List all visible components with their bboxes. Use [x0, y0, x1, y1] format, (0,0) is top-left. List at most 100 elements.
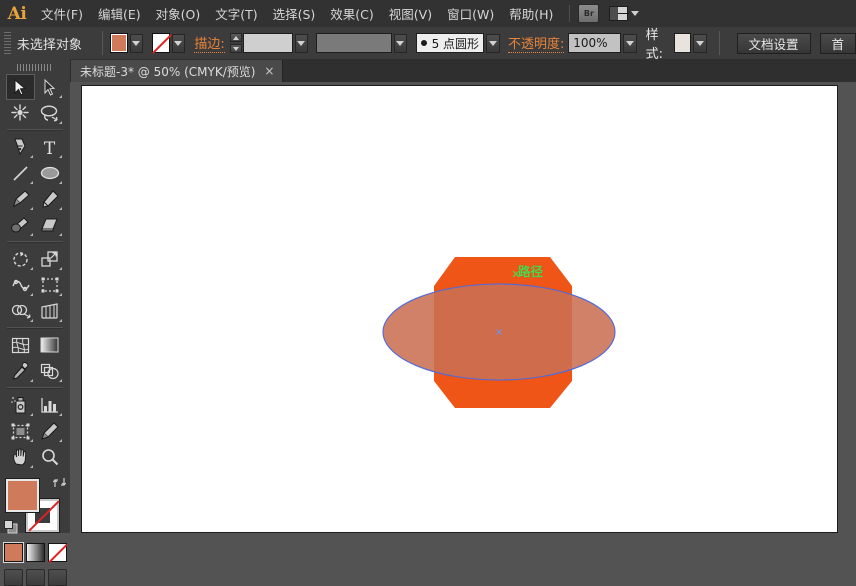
chevron-down-icon	[132, 40, 141, 46]
rotate-tool[interactable]	[6, 246, 35, 272]
blob-brush-tool[interactable]	[6, 212, 35, 238]
stepper-down-button[interactable]	[229, 44, 242, 53]
menu-item-window[interactable]: 窗口(W)	[440, 1, 501, 26]
control-bar-grip[interactable]	[4, 32, 11, 54]
ellipse-tool[interactable]	[35, 160, 64, 186]
menu-item-view[interactable]: 视图(V)	[382, 1, 439, 26]
fill-color-box[interactable]	[6, 479, 39, 512]
style-dropdown-button[interactable]	[693, 33, 707, 53]
control-divider	[101, 31, 103, 55]
opacity-dropdown-button[interactable]	[623, 33, 637, 53]
arrange-documents-button[interactable]	[609, 6, 640, 21]
tool-flyout-indicator	[59, 413, 62, 416]
color-mode-none[interactable]	[47, 543, 67, 562]
close-icon[interactable]: ×	[264, 64, 274, 78]
blend-tool[interactable]	[35, 358, 64, 384]
chevron-down-icon	[396, 40, 405, 46]
perspective-grid-tool[interactable]	[35, 298, 64, 324]
color-mode-gradient[interactable]	[25, 543, 45, 562]
stroke-weight-stepper[interactable]	[229, 33, 242, 53]
brush-dropdown-button[interactable]	[486, 33, 500, 53]
bridge-icon[interactable]: Br	[578, 4, 600, 23]
tool-flyout-indicator	[59, 267, 62, 270]
slice-tool[interactable]	[35, 418, 64, 444]
type-tool[interactable]: T	[35, 134, 64, 160]
eyedropper-tool[interactable]	[6, 358, 35, 384]
screen-mode-full-menu[interactable]	[25, 569, 45, 586]
tool-flyout-indicator	[59, 319, 62, 322]
tool-flyout-indicator	[59, 233, 62, 236]
smart-guide-path-label: 路径	[518, 264, 544, 279]
stroke-profile-dropdown-button[interactable]	[393, 33, 408, 53]
preferences-button[interactable]: 首	[819, 32, 856, 54]
column-graph-tool[interactable]	[35, 392, 64, 418]
screen-mode-full[interactable]	[47, 569, 67, 586]
swap-fill-stroke-icon[interactable]	[53, 476, 66, 489]
tool-group-drawing: T	[0, 134, 70, 238]
magic-wand-tool[interactable]	[6, 100, 35, 126]
stroke-weight-dropdown-button[interactable]	[294, 33, 309, 53]
lasso-tool[interactable]	[35, 100, 64, 126]
artwork-svg	[382, 257, 616, 408]
line-segment-tool[interactable]	[6, 160, 35, 186]
document-setup-button[interactable]: 文档设置	[736, 32, 811, 54]
zoom-tool[interactable]	[35, 444, 64, 470]
artboard[interactable]: 路径	[81, 85, 838, 533]
color-mode-flat[interactable]	[3, 543, 23, 562]
free-transform-tool[interactable]	[35, 272, 64, 298]
stroke-dropdown-button[interactable]	[171, 33, 186, 53]
chevron-down-icon	[696, 40, 704, 46]
direct-selection-tool[interactable]	[35, 74, 64, 100]
stroke-weight-input[interactable]	[242, 33, 293, 53]
mesh-tool[interactable]	[6, 332, 35, 358]
tool-flyout-indicator	[59, 293, 62, 296]
chevron-down-icon	[488, 40, 497, 46]
brush-definition-input[interactable]: 5 点圆形	[415, 33, 485, 53]
gradient-tool[interactable]	[35, 332, 64, 358]
control-bar: 未选择对象 描边: 5 点圆形 不透明度: 100% 样式: 文档设置 首	[0, 27, 856, 60]
canvas-area[interactable]: 路径	[70, 82, 856, 533]
artboard-tool[interactable]	[6, 418, 35, 444]
control-divider	[718, 31, 720, 55]
arrange-documents-icon	[609, 6, 630, 21]
tool-flyout-indicator	[30, 439, 33, 442]
tool-flyout-indicator	[59, 155, 62, 158]
fill-color-swatch[interactable]	[110, 33, 128, 53]
default-fill-stroke-icon[interactable]	[4, 520, 18, 534]
fill-dropdown-button[interactable]	[129, 33, 144, 53]
menu-item-help[interactable]: 帮助(H)	[502, 1, 560, 26]
selection-tool[interactable]	[6, 74, 35, 100]
opacity-label[interactable]: 不透明度:	[507, 33, 565, 53]
menu-item-edit[interactable]: 编辑(E)	[91, 1, 148, 26]
stroke-weight-label[interactable]: 描边:	[194, 33, 225, 53]
stepper-up-button[interactable]	[229, 33, 242, 42]
opacity-input[interactable]: 100%	[568, 33, 622, 53]
scale-tool[interactable]	[35, 246, 64, 272]
eraser-tool[interactable]	[35, 212, 64, 238]
menu-item-type[interactable]: 文字(T)	[208, 1, 264, 26]
screen-mode-normal[interactable]	[3, 569, 23, 586]
stroke-color-swatch[interactable]	[152, 33, 170, 53]
document-tab-bar: 未标题-3* @ 50% (CMYK/预览) ×	[70, 59, 856, 83]
tool-flyout-indicator	[30, 233, 33, 236]
app-logo-icon: Ai	[7, 3, 27, 24]
chevron-down-icon	[174, 40, 183, 46]
pen-tool[interactable]	[6, 134, 35, 160]
tool-flyout-indicator	[30, 413, 33, 416]
paintbrush-tool[interactable]	[6, 186, 35, 212]
screen-mode-buttons	[0, 569, 70, 586]
menu-item-select[interactable]: 选择(S)	[266, 1, 323, 26]
menu-item-effect[interactable]: 效果(C)	[323, 1, 380, 26]
menu-item-object[interactable]: 对象(O)	[149, 1, 208, 26]
stroke-profile-input[interactable]	[315, 33, 392, 53]
hand-tool[interactable]	[6, 444, 35, 470]
document-tab[interactable]: 未标题-3* @ 50% (CMYK/预览) ×	[70, 60, 284, 82]
width-tool[interactable]	[6, 272, 35, 298]
chevron-down-icon	[631, 11, 640, 16]
symbol-sprayer-tool[interactable]	[6, 392, 35, 418]
menu-item-file[interactable]: 文件(F)	[34, 1, 90, 26]
pencil-tool[interactable]	[35, 186, 64, 212]
toolbox-grip[interactable]	[17, 64, 53, 71]
style-swatch[interactable]	[673, 33, 692, 53]
shape-builder-tool[interactable]	[6, 298, 35, 324]
